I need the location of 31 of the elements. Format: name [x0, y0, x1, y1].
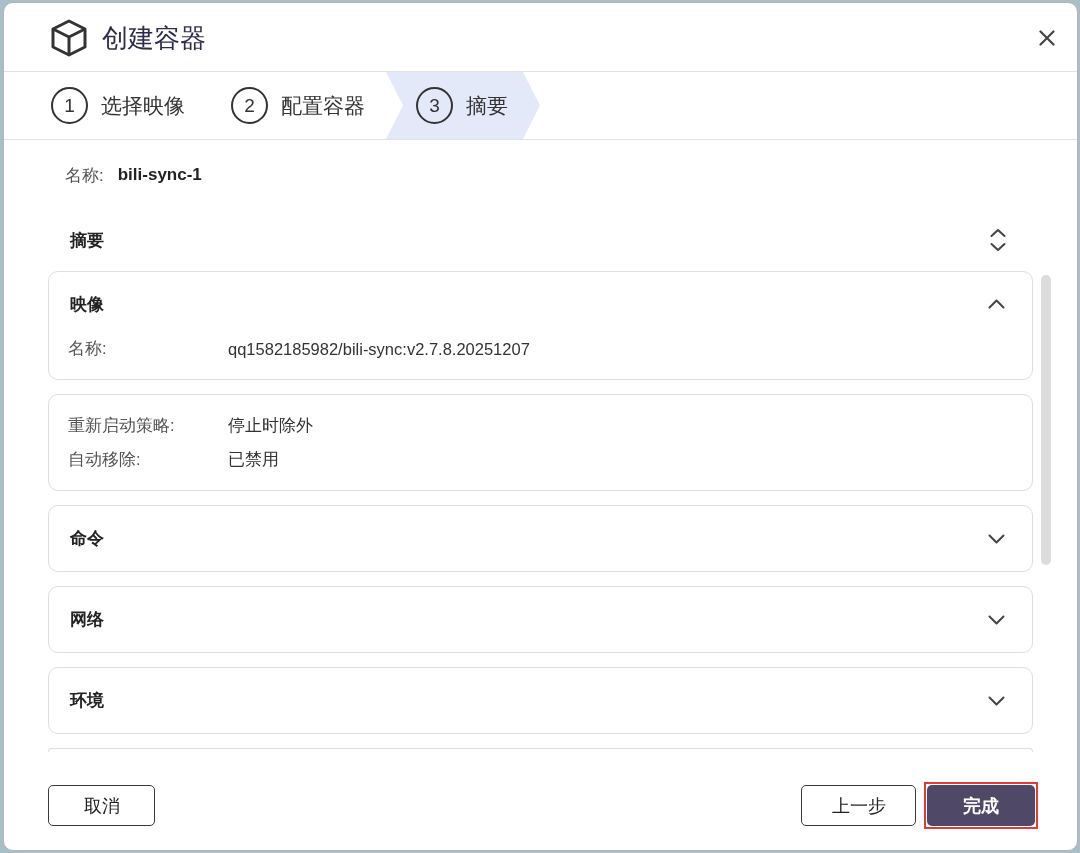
chevron-up-icon[interactable] — [988, 299, 1005, 309]
section-title: 命令 — [69, 528, 105, 550]
chevron-down-icon[interactable] — [988, 533, 1005, 544]
field-value: 停止时除外 — [228, 415, 314, 436]
cube-icon — [50, 19, 88, 57]
step-label: 选择映像 — [101, 92, 185, 119]
cancel-button[interactable]: 取消 — [48, 785, 155, 826]
expand-collapse-icon[interactable] — [990, 228, 1006, 252]
chevron-down-icon[interactable] — [988, 614, 1005, 625]
field-value: qq1582185982/bili-sync:v2.7.8.20251207 — [228, 339, 531, 359]
name-value: bili-sync-1 — [117, 165, 202, 185]
field-label: 重新启动策略: — [68, 415, 176, 436]
step-label: 配置容器 — [281, 92, 365, 119]
field-label: 自动移除: — [68, 449, 142, 470]
scrollbar-thumb[interactable] — [1041, 275, 1051, 565]
dialog-title: 创建容器 — [102, 21, 206, 55]
step-label: 摘要 — [466, 92, 508, 119]
step-number: 3 — [416, 87, 453, 124]
section-title: 映像 — [69, 293, 105, 316]
step-number: 1 — [51, 87, 88, 124]
field-value: 已禁用 — [228, 449, 280, 470]
name-label: 名称: — [65, 164, 104, 187]
close-icon[interactable] — [1039, 30, 1055, 46]
finish-button[interactable]: 完成 — [927, 785, 1035, 826]
back-button[interactable]: 上一步 — [801, 785, 916, 826]
field-label: 名称: — [68, 338, 108, 359]
summary-heading: 摘要 — [70, 229, 105, 252]
chevron-down-icon[interactable] — [988, 695, 1005, 706]
section-title: 网络 — [69, 609, 105, 631]
section-title: 环境 — [68, 690, 105, 712]
step-number: 2 — [231, 87, 268, 124]
